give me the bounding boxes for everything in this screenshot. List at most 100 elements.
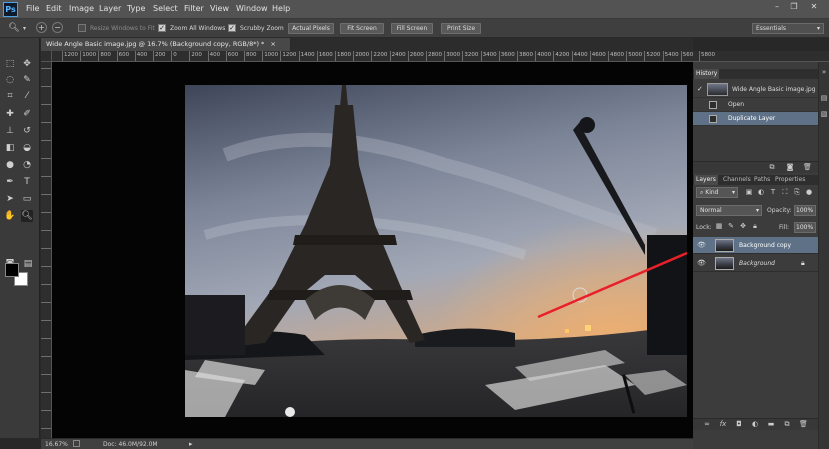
lock-all-icon[interactable]: 🔒︎ (751, 222, 759, 231)
minimize-icon[interactable]: – (770, 2, 784, 12)
properties-panel-icon[interactable]: ▧ (820, 110, 828, 119)
menu-layer[interactable]: Layer (99, 4, 121, 13)
fill-screen-button[interactable]: Fill Screen (391, 23, 433, 34)
filter-toggle-icon[interactable]: ● (805, 188, 813, 197)
menu-file[interactable]: File (26, 4, 39, 13)
layer-filter-kind-select[interactable]: ⌕ Kind ▾ (696, 187, 738, 198)
zoom-in-icon[interactable]: + (36, 22, 47, 33)
menu-type[interactable]: Type (127, 4, 145, 13)
eyedropper-tool-icon[interactable]: ⁄ (21, 90, 33, 102)
layer-name[interactable]: Background (739, 260, 775, 267)
marquee-tool-icon[interactable]: ⬚ (4, 58, 16, 70)
history-panel-icon[interactable]: ▤ (820, 94, 828, 103)
filter-smart-object-icon[interactable]: ⎘ (793, 188, 801, 197)
horizontal-ruler[interactable]: 1200 1000 800 600 400 200 0 200 400 600 800 1000 120… (52, 51, 693, 62)
paint-bucket-icon[interactable]: ◒ (21, 142, 33, 154)
lock-pixels-icon[interactable]: ✎ (727, 222, 735, 231)
new-document-from-state-icon[interactable]: ⧉ (768, 163, 776, 172)
ruler-origin[interactable] (41, 51, 52, 62)
zoom-out-icon[interactable]: − (52, 22, 63, 33)
history-brush-icon[interactable]: ↺ (21, 125, 33, 137)
move-tool-icon[interactable]: ✥ (21, 58, 33, 70)
resize-windows-checkbox[interactable] (78, 24, 86, 32)
history-snapshot[interactable]: ✓ Wide Angle Basic image.jpg (693, 81, 818, 98)
doc-size: Doc: 46.0M/92.0M (103, 441, 158, 448)
link-layers-icon[interactable]: ∞ (703, 420, 711, 429)
layer-style-fx-icon[interactable]: fx (719, 420, 727, 429)
brush-tool-icon[interactable]: ✐ (21, 108, 33, 120)
opacity-field[interactable]: 100% (794, 205, 816, 216)
type-tool-icon[interactable]: T (21, 176, 33, 188)
new-group-icon[interactable]: ▬ (767, 420, 775, 429)
zoom-level[interactable]: 16.67% (45, 441, 68, 448)
filter-pixel-icon[interactable]: ▣ (745, 188, 753, 197)
lock-position-icon[interactable]: ✥ (739, 222, 747, 231)
menu-filter[interactable]: Filter (184, 4, 204, 13)
camera-snapshot-icon[interactable]: ◙ (786, 163, 794, 172)
close-tab-icon[interactable]: × (270, 40, 275, 48)
filter-adjustment-icon[interactable]: ◐ (757, 188, 765, 197)
close-window-icon[interactable]: ✕ (807, 2, 821, 12)
restore-icon[interactable]: ❐ (787, 2, 801, 12)
history-item[interactable]: Open (693, 98, 818, 112)
workspace-select[interactable]: Essentials ▾ (752, 23, 824, 34)
adjustment-layer-icon[interactable]: ◐ (751, 420, 759, 429)
zoom-tool-icon[interactable]: 🔍︎ (8, 22, 20, 34)
history-brush-source-icon[interactable]: ✓ (697, 85, 703, 93)
tab-layers[interactable]: Layers (694, 175, 718, 185)
lock-transparent-icon[interactable]: ▦ (715, 222, 723, 231)
tab-paths[interactable]: Paths (752, 175, 772, 185)
lasso-tool-icon[interactable]: ◌ (4, 74, 16, 86)
panel-collapse-icon[interactable]: » (820, 68, 828, 77)
foreground-color-swatch[interactable] (5, 263, 19, 277)
menu-image[interactable]: Image (69, 4, 94, 13)
pen-tool-icon[interactable]: ✒ (4, 176, 16, 188)
filter-shape-icon[interactable]: ⛶ (781, 188, 789, 197)
status-menu-arrow-icon[interactable]: ▸ (189, 440, 193, 448)
eraser-tool-icon[interactable]: ◧ (4, 142, 16, 154)
tab-channels[interactable]: Channels (721, 175, 753, 185)
dodge-tool-icon[interactable]: ◔ (21, 159, 33, 171)
healing-brush-icon[interactable]: ✚ (4, 108, 16, 120)
trash-icon[interactable]: 🗑︎ (803, 163, 812, 172)
hand-tool-icon[interactable]: ✋ (4, 210, 16, 222)
clone-stamp-icon[interactable]: ⊥ (4, 125, 16, 137)
visibility-eye-icon[interactable]: 👁︎ (697, 259, 706, 267)
actual-pixels-button[interactable]: Actual Pixels (288, 23, 334, 34)
blur-tool-icon[interactable]: ● (4, 159, 16, 171)
quick-select-icon[interactable]: ✎ (21, 74, 33, 86)
vertical-ruler[interactable] (41, 62, 52, 438)
history-item-selected[interactable]: Duplicate Layer (693, 112, 818, 126)
visibility-eye-icon[interactable]: 👁︎ (697, 241, 706, 249)
print-size-button[interactable]: Print Size (441, 23, 481, 34)
layer-name[interactable]: Background copy (739, 242, 791, 249)
zoom-tool-selected-icon[interactable]: 🔍︎ (21, 210, 33, 222)
menu-select[interactable]: Select (153, 4, 178, 13)
layer-row-selected[interactable]: 👁︎ Background copy (693, 237, 818, 254)
crop-tool-icon[interactable]: ⌗ (4, 90, 16, 102)
menu-edit[interactable]: Edit (46, 4, 62, 13)
document-info-icon[interactable] (73, 440, 80, 447)
zoom-all-checkbox[interactable]: ✓ (158, 24, 166, 32)
new-layer-icon[interactable]: ⧉ (783, 420, 791, 429)
menu-help[interactable]: Help (272, 4, 290, 13)
blend-mode-select[interactable]: Normal ▾ (696, 205, 762, 216)
document-image[interactable] (185, 85, 687, 417)
tab-history[interactable]: History (694, 69, 720, 79)
trash-icon[interactable]: 🗑︎ (799, 420, 808, 429)
path-select-icon[interactable]: ➤ (4, 193, 16, 205)
fit-screen-button[interactable]: Fit Screen (340, 23, 384, 34)
tab-properties[interactable]: Properties (773, 175, 807, 185)
menu-view[interactable]: View (210, 4, 229, 13)
tab-bar-empty (291, 38, 693, 51)
document-tab[interactable]: Wide Angle Basic image.jpg @ 16.7% (Back… (41, 38, 291, 51)
layer-row[interactable]: 👁︎ Background 🔒︎ (693, 255, 818, 272)
add-mask-icon[interactable]: ◘ (735, 420, 743, 429)
menu-window[interactable]: Window (236, 4, 268, 13)
fill-field[interactable]: 100% (794, 222, 816, 233)
filter-type-icon[interactable]: T (769, 188, 777, 197)
chevron-down-icon[interactable]: ▾ (23, 25, 26, 32)
scrubby-zoom-checkbox[interactable]: ✓ (228, 24, 236, 32)
screen-mode-icon[interactable]: ▤ (22, 258, 34, 270)
rectangle-tool-icon[interactable]: ▭ (21, 193, 33, 205)
